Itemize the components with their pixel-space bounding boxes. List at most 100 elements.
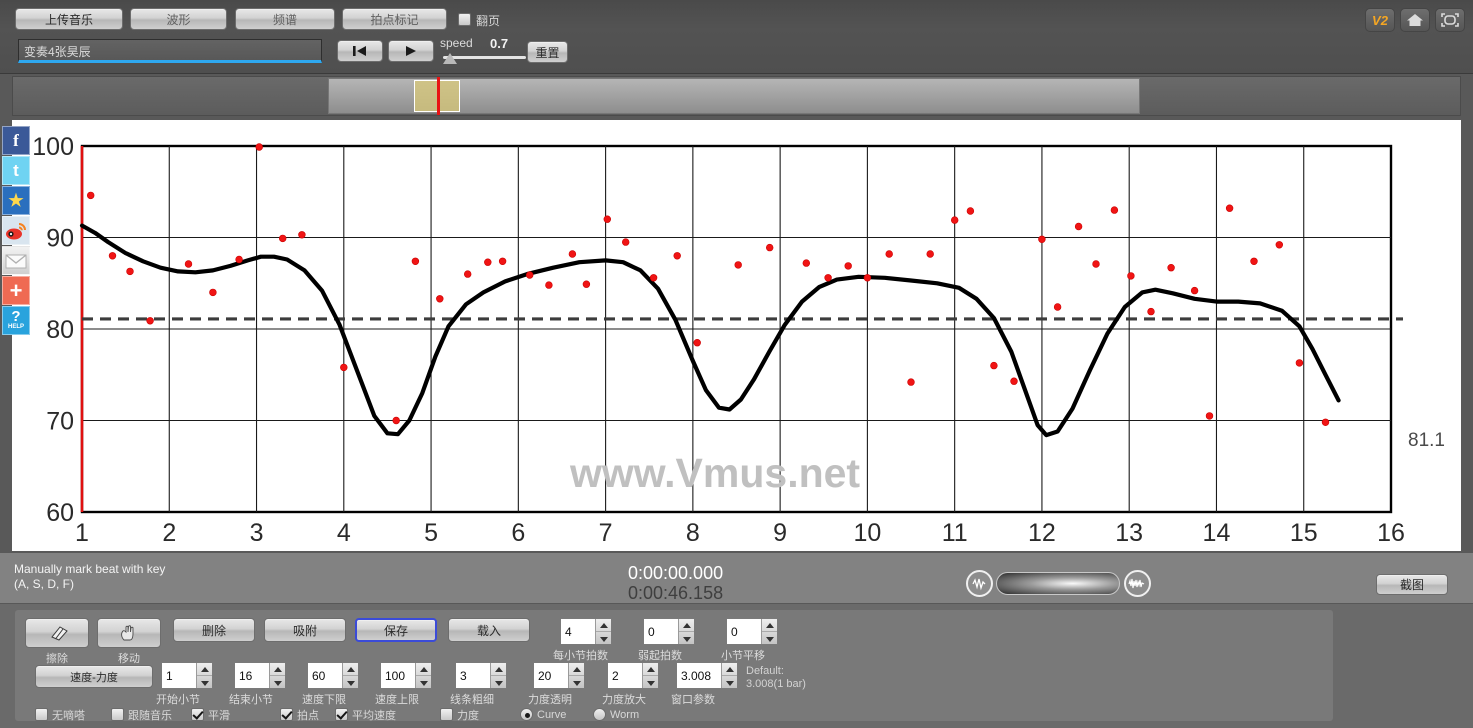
checkbox-row-follow-music[interactable]: 跟随音乐 bbox=[111, 706, 172, 724]
spinner-value-bar-offset[interactable]: 0 bbox=[727, 625, 761, 639]
spinner-down-velocity-scale[interactable] bbox=[643, 676, 658, 688]
waveform-button[interactable]: 波形 bbox=[130, 8, 227, 30]
spinner-arrows-end-bar[interactable] bbox=[269, 663, 285, 688]
spinner-beats-per-bar[interactable]: 4 bbox=[560, 618, 612, 645]
spectrum-button[interactable]: 频谱 bbox=[235, 8, 335, 30]
checkbox-row-velocity[interactable]: 力度 bbox=[440, 706, 479, 724]
checkbox-follow-music[interactable] bbox=[111, 708, 124, 722]
spinner-value-tempo-min[interactable]: 60 bbox=[308, 669, 342, 683]
spinner-arrows-line-width[interactable] bbox=[490, 663, 506, 688]
checkbox-velocity[interactable] bbox=[440, 708, 453, 722]
spinner-up-start-bar[interactable] bbox=[197, 663, 212, 676]
spinner-arrows-pickup-beats[interactable] bbox=[678, 619, 694, 644]
checkbox-row-avg-tempo[interactable]: 平均速度 bbox=[335, 706, 396, 724]
spinner-value-window-param[interactable]: 3.008 bbox=[677, 669, 721, 683]
spinner-up-line-width[interactable] bbox=[491, 663, 506, 676]
spinner-arrows-bar-offset[interactable] bbox=[761, 619, 777, 644]
spinner-down-end-bar[interactable] bbox=[270, 676, 285, 688]
delete-button[interactable]: 删除 bbox=[173, 618, 255, 642]
rewind-button[interactable] bbox=[337, 40, 383, 62]
spinner-arrows-tempo-max[interactable] bbox=[415, 663, 431, 688]
spinner-down-velocity-alpha[interactable] bbox=[569, 676, 584, 688]
spinner-up-bar-offset[interactable] bbox=[762, 619, 777, 632]
spinner-up-beats-per-bar[interactable] bbox=[596, 619, 611, 632]
spinner-tempo-max[interactable]: 100 bbox=[380, 662, 432, 689]
qzone-share-icon[interactable]: ★ bbox=[2, 186, 30, 215]
spinner-value-velocity-alpha[interactable]: 20 bbox=[534, 669, 568, 683]
tempo-velocity-button[interactable]: 速度-力度 bbox=[35, 665, 153, 688]
snap-button[interactable]: 吸附 bbox=[264, 618, 346, 642]
save-button[interactable]: 保存 bbox=[355, 618, 437, 642]
fullscreen-button[interactable] bbox=[1435, 8, 1465, 32]
spinner-velocity-scale[interactable]: 2 bbox=[607, 662, 659, 689]
spinner-up-end-bar[interactable] bbox=[270, 663, 285, 676]
spinner-down-window-param[interactable] bbox=[722, 676, 737, 688]
waveform-playhead[interactable] bbox=[437, 77, 440, 115]
beat-mark-button[interactable]: 拍点标记 bbox=[342, 8, 447, 30]
play-button[interactable] bbox=[388, 40, 434, 62]
spinner-value-beats-per-bar[interactable]: 4 bbox=[561, 625, 595, 639]
spinner-down-tempo-max[interactable] bbox=[416, 676, 431, 688]
reset-button[interactable]: 重置 bbox=[527, 41, 568, 63]
snapshot-button[interactable]: 截图 bbox=[1376, 574, 1448, 595]
checkbox-no-tick[interactable] bbox=[35, 708, 48, 722]
checkbox-beats[interactable] bbox=[280, 708, 293, 722]
spinner-end-bar[interactable]: 16 bbox=[234, 662, 286, 689]
spinner-arrows-tempo-min[interactable] bbox=[342, 663, 358, 688]
spinner-value-end-bar[interactable]: 16 bbox=[235, 669, 269, 683]
spinner-up-pickup-beats[interactable] bbox=[679, 619, 694, 632]
volume-high-button[interactable] bbox=[1124, 570, 1151, 597]
email-share-icon[interactable] bbox=[2, 246, 30, 275]
spinner-value-line-width[interactable]: 3 bbox=[456, 669, 490, 683]
spinner-pickup-beats[interactable]: 0 bbox=[643, 618, 695, 645]
twitter-share-icon[interactable]: t bbox=[2, 156, 30, 185]
page-turn-checkbox[interactable] bbox=[458, 13, 471, 26]
spinner-down-bar-offset[interactable] bbox=[762, 632, 777, 644]
checkbox-smooth[interactable] bbox=[191, 708, 204, 722]
spinner-arrows-start-bar[interactable] bbox=[196, 663, 212, 688]
spinner-down-beats-per-bar[interactable] bbox=[596, 632, 611, 644]
spinner-value-pickup-beats[interactable]: 0 bbox=[644, 625, 678, 639]
spinner-arrows-beats-per-bar[interactable] bbox=[595, 619, 611, 644]
radio-curve[interactable] bbox=[520, 708, 533, 722]
spinner-up-window-param[interactable] bbox=[722, 663, 737, 676]
spinner-up-velocity-scale[interactable] bbox=[643, 663, 658, 676]
version-badge[interactable]: V2 bbox=[1365, 8, 1395, 32]
load-button[interactable]: 载入 bbox=[448, 618, 530, 642]
checkbox-row-beats[interactable]: 拍点 bbox=[280, 706, 319, 724]
volume-slider[interactable] bbox=[996, 572, 1120, 595]
spinner-tempo-min[interactable]: 60 bbox=[307, 662, 359, 689]
volume-low-button[interactable] bbox=[966, 570, 993, 597]
facebook-share-icon[interactable]: f bbox=[2, 126, 30, 155]
spinner-start-bar[interactable]: 1 bbox=[161, 662, 213, 689]
radio-row-worm[interactable]: Worm bbox=[593, 706, 639, 724]
spinner-up-tempo-min[interactable] bbox=[343, 663, 358, 676]
move-tool-button[interactable] bbox=[97, 618, 161, 648]
spinner-bar-offset[interactable]: 0 bbox=[726, 618, 778, 645]
home-button[interactable] bbox=[1400, 8, 1430, 32]
weibo-share-icon[interactable] bbox=[2, 216, 30, 245]
spinner-down-tempo-min[interactable] bbox=[343, 676, 358, 688]
checkbox-row-no-tick[interactable]: 无嘀嗒 bbox=[35, 706, 85, 724]
spinner-arrows-velocity-scale[interactable] bbox=[642, 663, 658, 688]
spinner-arrows-velocity-alpha[interactable] bbox=[568, 663, 584, 688]
checkbox-avg-tempo[interactable] bbox=[335, 708, 348, 722]
help-icon[interactable]: ? HELP bbox=[2, 306, 30, 335]
spinner-down-line-width[interactable] bbox=[491, 676, 506, 688]
spinner-value-velocity-scale[interactable]: 2 bbox=[608, 669, 642, 683]
spinner-velocity-alpha[interactable]: 20 bbox=[533, 662, 585, 689]
spinner-up-tempo-max[interactable] bbox=[416, 663, 431, 676]
track-title-input[interactable]: 变奏4张昊辰 bbox=[18, 39, 322, 63]
erase-tool-button[interactable] bbox=[25, 618, 89, 648]
radio-worm[interactable] bbox=[593, 708, 606, 722]
spinner-arrows-window-param[interactable] bbox=[721, 663, 737, 688]
spinner-down-pickup-beats[interactable] bbox=[679, 632, 694, 644]
spinner-window-param[interactable]: 3.008 bbox=[676, 662, 738, 689]
checkbox-row-smooth[interactable]: 平滑 bbox=[191, 706, 230, 724]
radio-row-curve[interactable]: Curve bbox=[520, 706, 566, 724]
more-share-icon[interactable]: + bbox=[2, 276, 30, 305]
spinner-value-tempo-max[interactable]: 100 bbox=[381, 669, 415, 683]
spinner-down-start-bar[interactable] bbox=[197, 676, 212, 688]
spinner-line-width[interactable]: 3 bbox=[455, 662, 507, 689]
spinner-value-start-bar[interactable]: 1 bbox=[162, 669, 196, 683]
